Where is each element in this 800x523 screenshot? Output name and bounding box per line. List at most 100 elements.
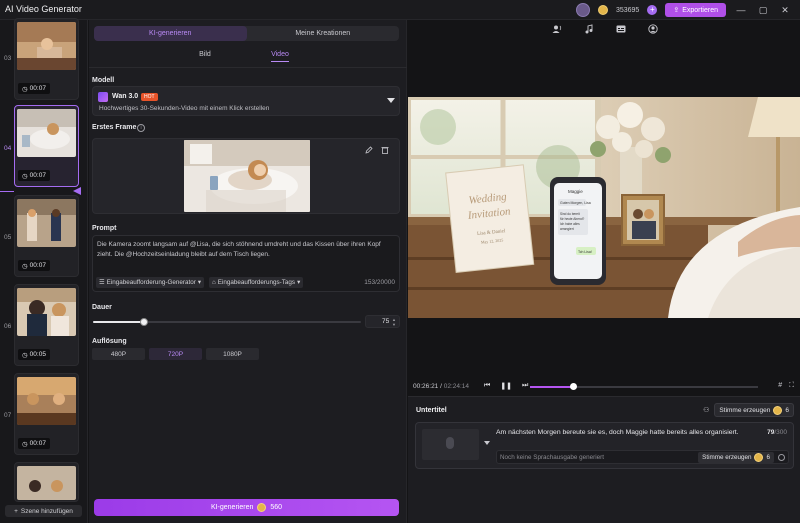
prompt-generator-button[interactable]: ☰ Eingabeaufforderung-Generator ▾	[96, 277, 204, 288]
first-frame-image	[184, 140, 310, 212]
coin-icon	[257, 503, 267, 512]
close-icon[interactable]: ✕	[778, 5, 792, 16]
view-controls: # ⛶	[778, 382, 794, 390]
playback-bar: 00:26:21 / 02:24:14 ⏮ ❚❚ ⏭ # ⛶	[408, 381, 800, 393]
list-icon: ☰	[99, 279, 105, 286]
export-icon: ⇪	[673, 7, 680, 14]
clock-icon: ◷	[22, 351, 28, 359]
voice-icon[interactable]	[552, 24, 562, 34]
edit-icon[interactable]	[365, 146, 373, 154]
scene-duration: ◷ 00:07	[18, 83, 50, 94]
scene-duration: ◷ 00:07	[18, 438, 50, 449]
coin-icon	[773, 405, 783, 415]
first-frame-label: Erstes Frame	[92, 124, 137, 131]
subtitle-item[interactable]: Am nächsten Morgen bereute sie es, doch …	[415, 422, 794, 469]
tab-image[interactable]: Bild	[199, 51, 211, 62]
scene-strip: 03 ◷ 00:07 04 ◷ 00:07 05 ◷ 00:07 06 ◷ 00…	[0, 18, 88, 523]
scene-card[interactable]: ◷ 00:05	[14, 284, 79, 366]
add-scene-button[interactable]: + Szene hinzufügen	[5, 505, 82, 517]
prompt-label: Prompt	[92, 225, 117, 232]
playback-progress	[530, 386, 574, 388]
add-credits-button[interactable]: +	[647, 5, 658, 15]
model-select[interactable]: Wan 3.0 HOT Hochwertiges 30-Sekunden-Vid…	[92, 86, 400, 116]
scene-marker	[0, 191, 14, 192]
tag-icon: ⌂	[211, 279, 216, 286]
prompt-input[interactable]: Die Kamera zoomt langsam auf @Lisa, die …	[92, 235, 400, 292]
resolution-1080p[interactable]: 1080P	[206, 348, 259, 360]
playhead-marker[interactable]	[73, 187, 81, 195]
info-icon[interactable]: i	[137, 124, 145, 132]
caret-down-icon: ▾	[297, 279, 301, 286]
previous-icon[interactable]: ⏮	[484, 382, 490, 390]
scene-card[interactable]: ◷ 00:07	[14, 373, 79, 455]
avatar-icon[interactable]	[648, 24, 658, 34]
export-label: Exportieren	[682, 6, 718, 14]
chevron-down-icon[interactable]	[484, 441, 490, 445]
voice-thumbnail[interactable]	[422, 429, 479, 460]
scene-number: 06	[4, 323, 12, 330]
playback-scrubber[interactable]	[530, 383, 758, 390]
coin-icon	[597, 5, 608, 15]
plus-icon: +	[14, 507, 18, 515]
chevron-down-icon[interactable]	[387, 98, 395, 103]
coin-icon	[754, 453, 764, 462]
scene-thumbnail	[17, 466, 76, 500]
next-icon[interactable]: ⏭	[522, 382, 528, 390]
audio-status-text: Noch keine Sprachausgabe generiert	[500, 454, 604, 461]
prompt-text[interactable]: Die Kamera zoomt langsam auf @Lisa, die …	[97, 240, 397, 259]
scene-card-active[interactable]: ◷ 00:07	[14, 105, 79, 187]
generate-button[interactable]: KI-generieren 560	[94, 499, 399, 516]
playback-thumb[interactable]	[569, 383, 577, 390]
credits-count: 353695	[615, 6, 640, 14]
tab-my-creations[interactable]: Meine Kreationen	[247, 26, 400, 41]
model-name: Wan 3.0	[112, 93, 139, 100]
first-frame-box[interactable]	[92, 138, 400, 214]
fullscreen-icon[interactable]: ⛶	[789, 382, 794, 390]
prompt-char-count: 153/20000	[364, 279, 395, 286]
voice-settings-icon[interactable]: ⚇	[703, 406, 709, 414]
tab-video[interactable]: Video	[271, 51, 289, 62]
grid-icon[interactable]: #	[778, 382, 782, 390]
scene-card[interactable]	[14, 462, 79, 502]
resolution-720p[interactable]: 720P	[149, 348, 202, 360]
export-button[interactable]: ⇪ Exportieren	[665, 3, 726, 17]
minimize-icon[interactable]: —	[734, 5, 748, 15]
scene-thumbnail	[17, 377, 76, 425]
resolution-480p[interactable]: 480P	[92, 348, 145, 360]
duration-input[interactable]: 75 ▲ ▼	[365, 315, 400, 328]
prompt-tags-button[interactable]: ⌂ Eingabeaufforderungs-Tags ▾	[208, 277, 304, 288]
duration-slider-thumb[interactable]	[139, 318, 148, 326]
generate-voice-button[interactable]: Stimme erzeugen 6	[714, 403, 794, 417]
media-tabs: Bild Video	[169, 51, 319, 62]
generate-item-voice-button[interactable]: Stimme erzeugen 6	[698, 452, 774, 463]
resolution-label: Auflösung	[92, 338, 127, 345]
duration-slider[interactable]	[93, 318, 361, 326]
svg-text:Ich habe alles: Ich habe alles	[560, 222, 580, 226]
tab-ai-generate[interactable]: KI-generieren	[94, 26, 247, 41]
video-preview[interactable]: Wedding Invitation Lisa & Daniel May 12,…	[408, 97, 800, 318]
time-display: 00:26:21 / 02:24:14	[413, 383, 470, 390]
audio-status-row: Noch keine Sprachausgabe generiert Stimm…	[496, 450, 789, 464]
avatar[interactable]	[575, 3, 590, 17]
gear-icon[interactable]	[778, 454, 785, 461]
subtitle-char-count: 79/300	[767, 429, 787, 436]
maximize-icon[interactable]: ▢	[756, 5, 770, 16]
stepper-arrows[interactable]: ▲ ▼	[392, 317, 396, 327]
scene-card[interactable]: ◷ 00:07	[14, 195, 79, 277]
scene-duration: ◷ 00:07	[18, 170, 50, 181]
pause-icon[interactable]: ❚❚	[500, 382, 512, 390]
preview-toolbar	[552, 24, 658, 34]
scene-thumbnail	[17, 22, 76, 70]
subtitle-title: Untertitel	[416, 407, 447, 414]
music-icon[interactable]	[584, 24, 594, 34]
trash-icon[interactable]	[381, 146, 389, 154]
scene-card[interactable]: ◷ 00:07	[14, 18, 79, 100]
svg-text:für heute Abend?: für heute Abend?	[560, 217, 585, 221]
subtitle-icon[interactable]	[616, 24, 626, 34]
model-icon	[98, 92, 108, 102]
scene-thumbnail	[17, 288, 76, 336]
hot-badge: HOT	[141, 93, 158, 101]
duration-slider-fill	[93, 321, 144, 323]
svg-text:arrangiert: arrangiert	[560, 227, 574, 231]
subtitle-text[interactable]: Am nächsten Morgen bereute sie es, doch …	[496, 429, 739, 436]
